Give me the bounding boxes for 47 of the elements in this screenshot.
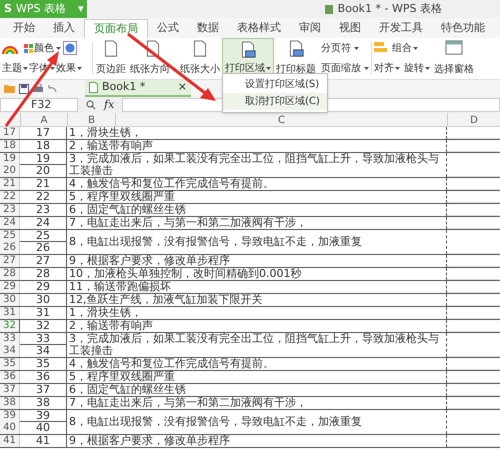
table-cell: 6，固定气缸的螺丝生锈 bbox=[69, 204, 186, 216]
table-cell: 28 bbox=[20, 268, 67, 280]
table-cell: 34 bbox=[20, 345, 67, 357]
table-cell: 33 bbox=[20, 333, 67, 345]
table-cell: 17 bbox=[20, 127, 67, 139]
table-cell: 1，滑块生锈， bbox=[69, 127, 142, 139]
table-cell: 40 bbox=[20, 422, 67, 434]
table-cell: 37 bbox=[20, 384, 67, 396]
table-cell: 22 bbox=[20, 191, 67, 203]
table-cell: 29 bbox=[20, 281, 67, 293]
table-cell: 41 bbox=[20, 435, 67, 447]
table-cell: 4，触发信号和复位工作完成信号有提前。 bbox=[69, 358, 274, 370]
table-cell: 11，输送带跑偏损坏 bbox=[69, 281, 171, 293]
table-cell: 9，根据客户要求，修改单步程序 bbox=[69, 255, 230, 267]
table-cell: 39 bbox=[20, 410, 67, 422]
table-cell-text: 3，完成加液后，如果工装没有完全出工位，阻挡气缸上升，导致加液枪头与工装撞击 bbox=[69, 153, 440, 177]
table-cell: 6，固定气缸的螺丝生锈 bbox=[69, 384, 186, 396]
table-cell: 4，触发信号和复位工作完成信号有提前。 bbox=[69, 178, 274, 190]
table-cell: 38 bbox=[20, 397, 67, 409]
window-title: Book1 * - WPS 表格 bbox=[338, 0, 442, 17]
table-cell: 32 bbox=[20, 320, 67, 332]
table-cell: 21 bbox=[20, 178, 67, 190]
table-cell: 30 bbox=[20, 294, 67, 306]
table-cell: 25 bbox=[20, 230, 67, 242]
table-cell: 9，根据客户要求，修改单步程序 bbox=[69, 435, 230, 447]
table-cell: 10，加液枪头单独控制，改时间精确到0.001秒 bbox=[69, 268, 302, 280]
table-cell: 18 bbox=[20, 140, 67, 152]
table-cell: 27 bbox=[20, 255, 67, 267]
table-cell: 24 bbox=[20, 217, 67, 229]
table-cell: 31 bbox=[20, 307, 67, 319]
table-cell: 7，电缸走出来后，与第一和第二加液阀有干涉， bbox=[69, 217, 307, 229]
table-cell: 19 bbox=[20, 153, 67, 165]
table-cell: 23 bbox=[20, 204, 67, 216]
table-cell: 2，输送带有响声 bbox=[69, 320, 153, 332]
table-cell: 8，电缸出现报警，没有报警信号，导致电缸不走，加液重复 bbox=[69, 416, 362, 428]
table-cell: 35 bbox=[20, 358, 67, 370]
table-cell: 5，程序里双线圈严重 bbox=[69, 191, 175, 203]
table-cell-text: 3，完成加液后，如果工装没有完全出工位，阻挡气缸上升，导致加液枪头与工装撞击 bbox=[69, 333, 440, 357]
table-cell: 20 bbox=[20, 165, 67, 177]
table-cell: 2，输送带有响声 bbox=[69, 140, 153, 152]
table-cell: 26 bbox=[20, 242, 67, 254]
table-cell: 7，电缸走出来后，与第一和第二加液阀有干涉， bbox=[69, 397, 307, 409]
table-cell: 36 bbox=[20, 371, 67, 383]
table-cell: 5，程序里双线圈严重 bbox=[69, 371, 175, 383]
table-cell: 8，电缸出现报警，没有报警信号，导致电缸不走，加液重复 bbox=[69, 236, 362, 248]
table-cell: 1，滑块生锈， bbox=[69, 307, 142, 319]
table-cell: 12,鱼跃生产线，加液气缸加装下限开关 bbox=[69, 294, 262, 306]
